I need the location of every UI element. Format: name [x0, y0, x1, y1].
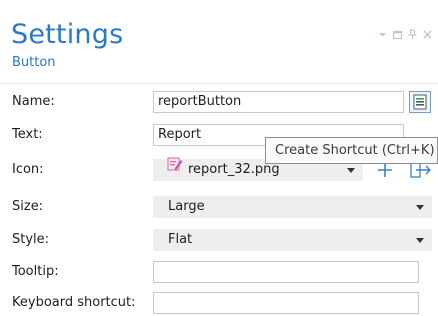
create-shortcut-tooltip: Create Shortcut (Ctrl+K): [265, 137, 438, 164]
chevron-down-icon: [347, 168, 355, 173]
create-shortcut-button[interactable]: [409, 91, 431, 113]
text-label: Text:: [12, 127, 43, 142]
name-row: Name: reportButton: [0, 89, 438, 115]
chevron-down-icon: [416, 238, 424, 243]
dropdown-icon[interactable]: [377, 27, 388, 38]
image-file-icon: [167, 157, 183, 179]
pin-icon[interactable]: [407, 27, 418, 39]
close-icon[interactable]: [422, 27, 433, 39]
tooltip-label: Tooltip:: [12, 264, 59, 279]
style-select-value: Flat: [168, 232, 193, 247]
size-select[interactable]: Large: [153, 196, 432, 218]
keyboard-shortcut-row: Keyboard shortcut:: [0, 290, 438, 316]
tooltip-row: Tooltip:: [0, 259, 438, 285]
size-row: Size: Large: [0, 194, 438, 220]
page-title: Settings: [11, 19, 124, 50]
name-label: Name:: [12, 94, 55, 109]
keyboard-shortcut-label: Keyboard shortcut:: [12, 295, 136, 310]
window-controls: [377, 27, 433, 40]
style-select[interactable]: Flat: [153, 229, 432, 251]
icon-label: Icon:: [12, 162, 44, 177]
style-label: Style:: [12, 232, 50, 247]
settings-panel: Settings Button Name: reportButton Text:…: [0, 0, 438, 314]
header-divider: [0, 83, 438, 84]
page-subtitle: Button: [12, 55, 56, 70]
size-select-value: Large: [168, 199, 205, 214]
shortcut-icon: [413, 94, 427, 110]
icon-select-value: report_32.png: [188, 162, 280, 177]
name-field[interactable]: reportButton: [153, 91, 404, 113]
chevron-down-icon: [416, 205, 424, 210]
size-label: Size:: [12, 199, 44, 214]
style-row: Style: Flat: [0, 227, 438, 253]
maximize-icon[interactable]: [392, 27, 403, 40]
tooltip-field[interactable]: [153, 261, 419, 283]
